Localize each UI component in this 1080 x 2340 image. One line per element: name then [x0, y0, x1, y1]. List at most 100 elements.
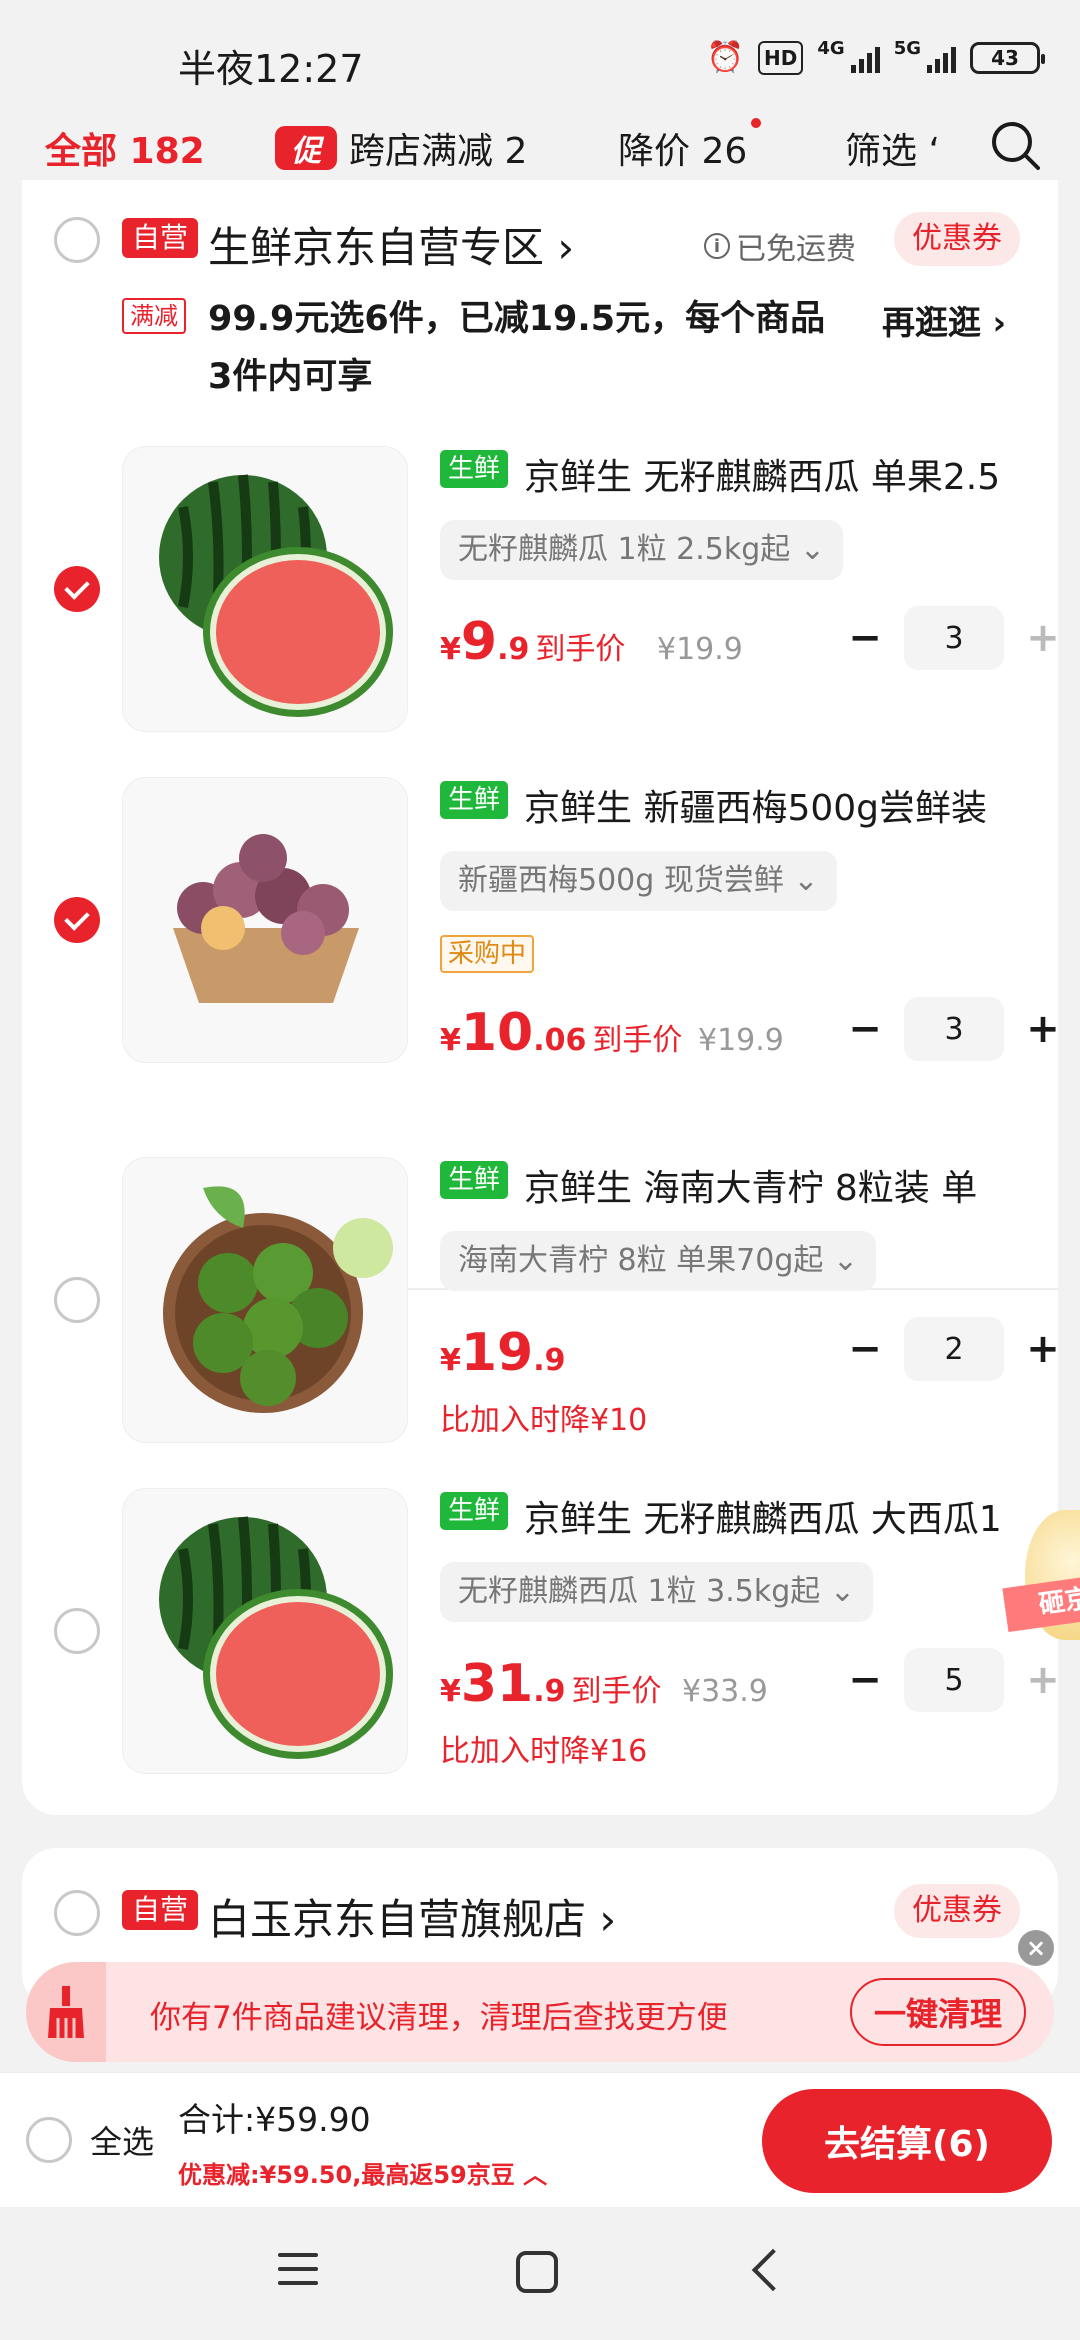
close-icon[interactable]: ×	[1018, 1930, 1054, 1966]
quantity-stepper: − 3 +	[840, 997, 1068, 1061]
quantity-stepper: − 3 +	[840, 606, 1068, 670]
decrease-button[interactable]: −	[840, 615, 890, 661]
select-all-label[interactable]: 全选	[90, 2117, 154, 2163]
self-operated-badge: 自营	[122, 1890, 199, 1930]
original-price: ¥33.9	[682, 1674, 768, 1709]
store-name[interactable]: 生鲜京东自营专区 ›	[208, 214, 574, 275]
price-integer: 10	[460, 1003, 534, 1063]
floating-promo-text: 砸京	[1037, 1583, 1080, 1621]
back-icon[interactable]	[751, 2248, 795, 2292]
price-decimal: .9	[497, 632, 530, 667]
network-4g-label: 4G	[817, 38, 845, 59]
fresh-tag: 生鲜	[440, 1161, 509, 1199]
spec-selector[interactable]: 新疆西梅500g 现货尝鲜 ⌄	[440, 851, 837, 911]
cleanup-banner: 你有7件商品建议清理，清理后查找更方便 一键清理	[26, 1962, 1054, 2062]
spec-selector[interactable]: 海南大青柠 8粒 单果70g起 ⌄	[440, 1231, 877, 1291]
store-name[interactable]: 白玉京东自营旗舰店 ›	[208, 1886, 616, 1947]
quantity-input[interactable]: 5	[904, 1648, 1004, 1712]
signal-icon	[850, 43, 880, 73]
coupon-button[interactable]: 优惠券	[894, 212, 1020, 266]
quantity-stepper: − 5 +	[840, 1648, 1068, 1712]
tab-cross-store-promo[interactable]: 促 跨店满减 2	[275, 122, 527, 174]
select-all-checkbox[interactable]	[26, 2117, 72, 2163]
home-icon[interactable]	[516, 2251, 558, 2293]
search-icon[interactable]	[988, 118, 1044, 174]
item-checkbox[interactable]	[54, 897, 100, 943]
spec-selector[interactable]: 无籽麒麟瓜 1粒 2.5kg起 ⌄	[440, 520, 843, 580]
tab-all[interactable]: 全部 182	[45, 122, 205, 174]
final-price: ¥10.06 到手价	[440, 1003, 682, 1063]
fresh-tag: 生鲜	[440, 781, 509, 819]
fresh-tag: 生鲜	[440, 450, 509, 488]
menu-icon[interactable]	[278, 2253, 318, 2295]
store-select-checkbox[interactable]	[54, 217, 100, 263]
total-price: 合计:¥59.90	[178, 2100, 371, 2139]
spec-selector[interactable]: 无籽麒麟西瓜 1粒 3.5kg起 ⌄	[440, 1562, 873, 1622]
final-price: ¥31.9 到手价	[440, 1654, 662, 1714]
product-image-plum[interactable]	[122, 777, 408, 1063]
checkout-button[interactable]: 去结算(6)	[762, 2089, 1052, 2193]
increase-button[interactable]: +	[1018, 1326, 1068, 1372]
quantity-input[interactable]: 2	[904, 1317, 1004, 1381]
product-title[interactable]: 京鲜生 无籽麒麟西瓜 大西瓜1	[524, 1490, 1024, 1542]
discount-detail[interactable]: 优惠减:¥59.50,最高返59京豆 ︿	[178, 2155, 547, 2190]
store-select-checkbox[interactable]	[54, 1890, 100, 1936]
coupon-button[interactable]: 优惠券	[894, 1884, 1020, 1938]
promo-tag: 满减	[122, 298, 186, 334]
price-currency: ¥	[440, 1343, 461, 1378]
clock: 半夜12:27	[178, 47, 364, 91]
item-checkbox[interactable]	[54, 1277, 100, 1323]
item-checkbox[interactable]	[54, 566, 100, 612]
price-drop-note: 比加入时降¥16	[440, 1734, 648, 1769]
store-card-fresh: 自营 生鲜京东自营专区 › i 已免运费 优惠券 满减 99.9元选6件，已减1…	[22, 180, 1060, 1815]
price-currency: ¥	[440, 1674, 461, 1709]
one-click-cleanup-button[interactable]: 一键清理	[849, 1978, 1026, 2046]
product-title[interactable]: 京鲜生 无籽麒麟西瓜 单果2.5	[524, 448, 1024, 500]
product-title[interactable]: 京鲜生 新疆西梅500g尝鲜装	[524, 779, 1024, 831]
tab-filter[interactable]: 筛选 ‘	[845, 122, 940, 174]
price-decimal: .9	[533, 1674, 566, 1709]
original-price: ¥19.9	[657, 632, 743, 667]
price-decimal: .9	[533, 1343, 566, 1378]
network-5g-label: 5G	[893, 38, 921, 59]
cleanup-message: 你有7件商品建议清理，清理后查找更方便	[150, 2000, 728, 2036]
tab-cross-store-promo-label: 跨店满减 2	[349, 131, 528, 172]
quantity-input[interactable]: 3	[904, 997, 1004, 1061]
price-label: 到手价	[535, 632, 626, 667]
price-label: 到手价	[592, 1023, 683, 1058]
hd-voice-icon: HD	[758, 40, 804, 75]
free-shipping-label: i 已免运费	[704, 224, 856, 268]
status-bar: 半夜12:27 ⏰ HD 4G 5G 43	[0, 0, 1080, 100]
quantity-stepper: − 2 +	[840, 1317, 1068, 1381]
system-nav-bar	[0, 2207, 1080, 2340]
tab-price-drop-label: 降价 26	[618, 131, 748, 172]
decrease-button[interactable]: −	[840, 1326, 890, 1372]
decrease-button[interactable]: −	[840, 1657, 890, 1703]
price-drop-note: 比加入时降¥10	[440, 1403, 648, 1438]
status-icons: ⏰ HD 4G 5G 43	[706, 38, 1045, 75]
final-price: ¥9.9 到手价	[440, 612, 625, 672]
fresh-tag: 生鲜	[440, 1492, 509, 1530]
increase-button[interactable]: +	[1018, 1657, 1068, 1703]
quantity-input[interactable]: 3	[904, 606, 1004, 670]
product-image-lime[interactable]	[122, 1157, 408, 1443]
shop-more-link[interactable]: 再逛逛 ›	[882, 296, 1006, 344]
price-integer: 19	[460, 1323, 534, 1383]
promo-icon: 促	[275, 126, 337, 170]
notification-dot	[751, 118, 762, 128]
price-integer: 9	[460, 612, 498, 672]
purchasing-status-badge: 采购中	[440, 935, 535, 973]
signal-icon-2	[927, 43, 956, 73]
product-image-watermelon[interactable]	[122, 1488, 408, 1774]
info-icon: i	[704, 233, 730, 259]
alarm-icon: ⏰	[706, 40, 745, 75]
decrease-button[interactable]: −	[840, 1006, 890, 1052]
product-title[interactable]: 京鲜生 海南大青柠 8粒装 单	[524, 1159, 1024, 1211]
item-checkbox[interactable]	[54, 1608, 100, 1654]
increase-button[interactable]: +	[1018, 1006, 1068, 1052]
increase-button[interactable]: +	[1018, 615, 1068, 661]
battery-icon: 43	[970, 41, 1045, 74]
free-shipping-text: 已免运费	[736, 232, 856, 267]
tab-price-drop[interactable]: 降价 26	[618, 118, 762, 174]
product-image-watermelon[interactable]	[122, 446, 408, 732]
